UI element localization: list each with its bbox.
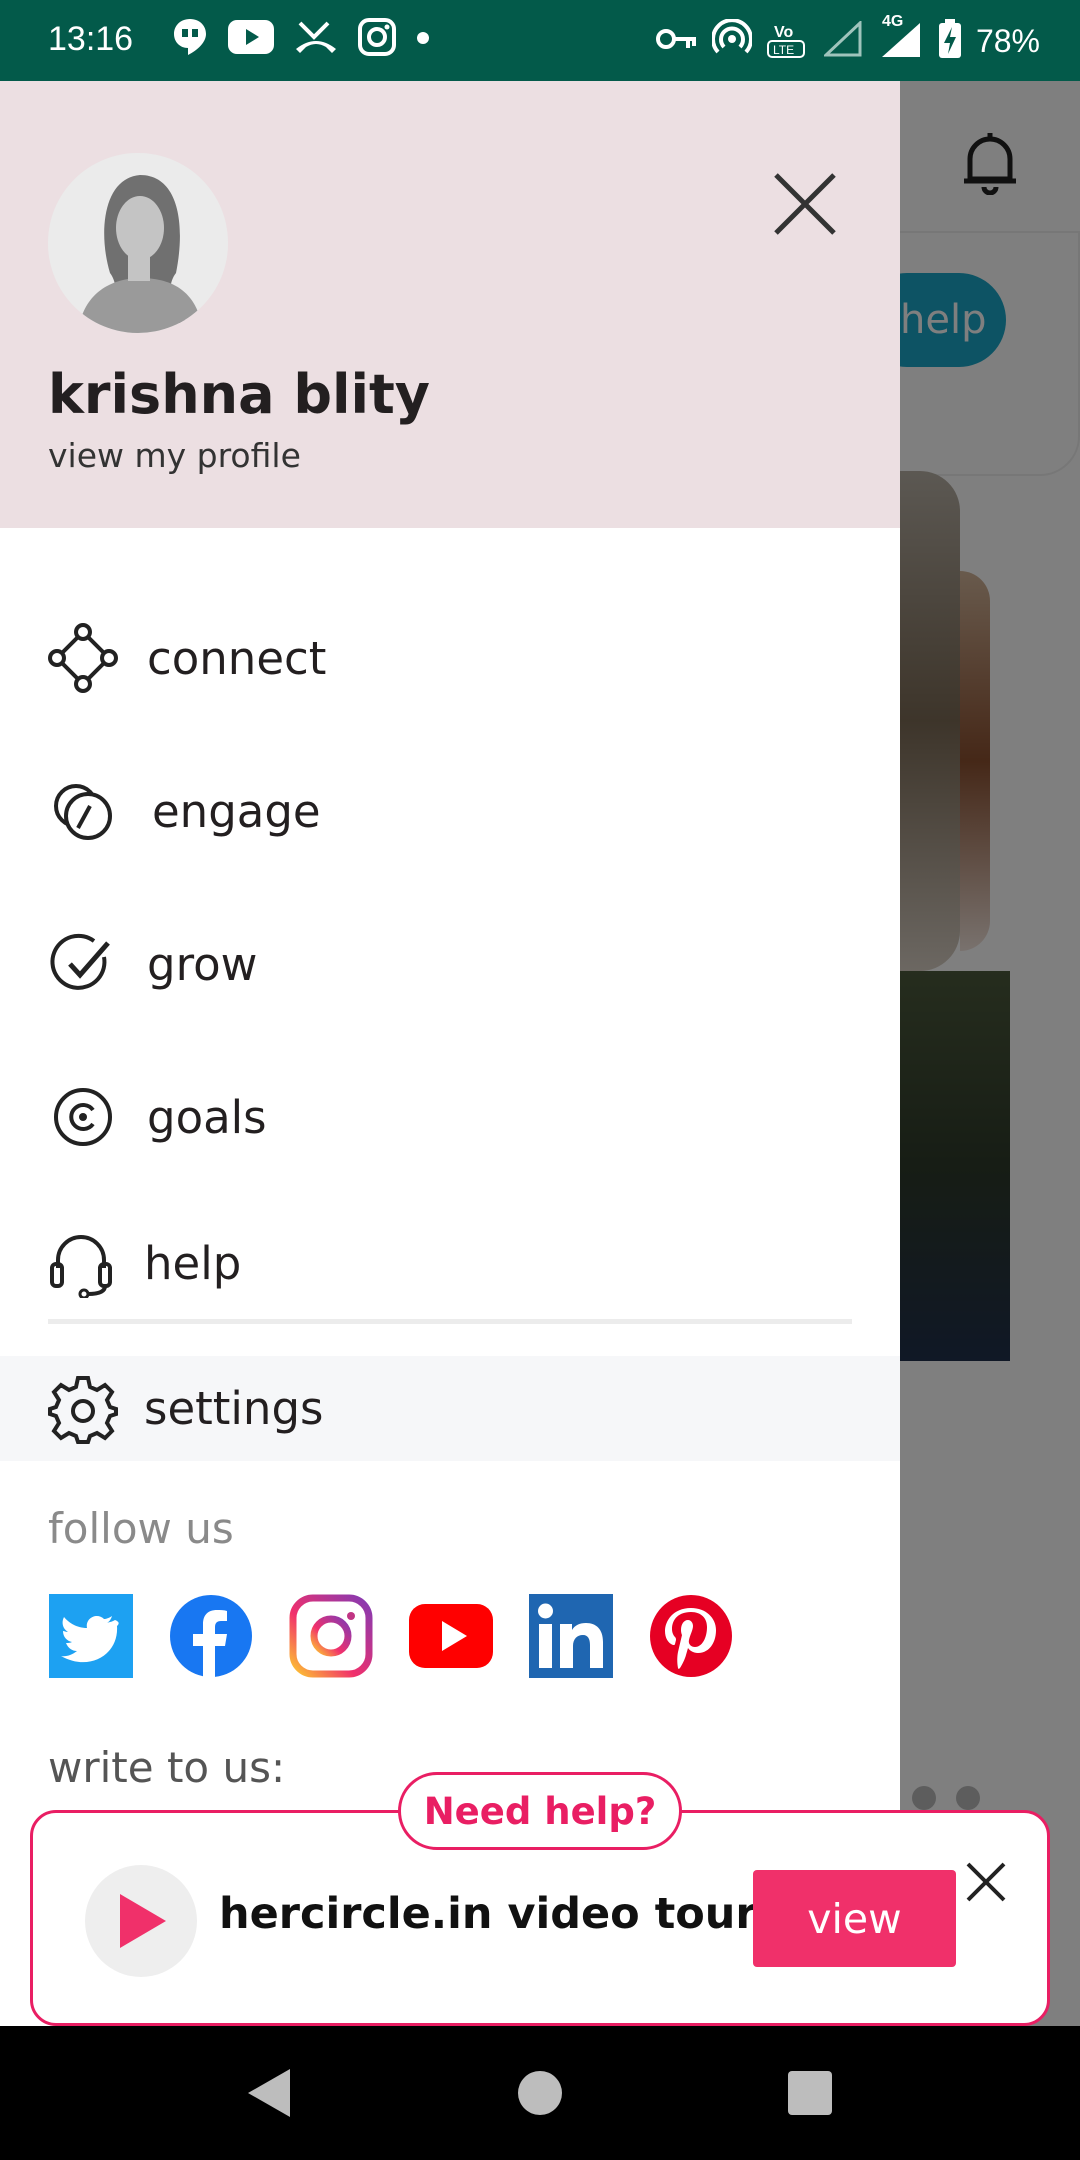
menu-item-engage[interactable]: engage bbox=[0, 756, 900, 866]
vpn-key-icon bbox=[655, 26, 698, 56]
need-help-badge[interactable]: Need help? bbox=[398, 1772, 682, 1850]
close-icon[interactable] bbox=[770, 169, 840, 239]
menu-label: engage bbox=[152, 784, 321, 838]
navigation-drawer: krishna blity view my profile connect en… bbox=[0, 81, 900, 2026]
goals-icon bbox=[48, 1082, 118, 1152]
menu-item-settings[interactable]: settings bbox=[0, 1356, 900, 1461]
network-label: 4G bbox=[881, 13, 904, 30]
signal-icon bbox=[822, 19, 864, 61]
status-bar: 13:16 Vo LTE 4G 78% bbox=[0, 0, 1080, 81]
menu-label: goals bbox=[147, 1090, 267, 1144]
play-button[interactable] bbox=[85, 1865, 197, 1977]
video-tour-title: hercircle.in video tour bbox=[219, 1889, 757, 1939]
divider bbox=[48, 1319, 852, 1324]
status-time: 13:16 bbox=[48, 20, 134, 58]
menu-item-grow[interactable]: grow bbox=[0, 909, 900, 1019]
menu-item-connect[interactable]: connect bbox=[0, 603, 900, 713]
engage-icon bbox=[48, 776, 118, 846]
svg-text:LTE: LTE bbox=[773, 43, 794, 57]
menu-label: settings bbox=[144, 1382, 324, 1435]
linkedin-icon[interactable] bbox=[528, 1593, 614, 1679]
follow-us-label: follow us bbox=[48, 1504, 234, 1553]
missed-call-icon bbox=[294, 19, 338, 59]
gear-icon bbox=[48, 1374, 118, 1444]
instagram-icon bbox=[358, 18, 396, 60]
connect-icon bbox=[48, 623, 118, 693]
volte-icon: Vo LTE bbox=[766, 17, 810, 65]
battery-charging-icon bbox=[938, 19, 962, 63]
play-icon bbox=[120, 1894, 166, 1948]
youtube-icon bbox=[228, 20, 274, 58]
menu-label: help bbox=[144, 1236, 242, 1290]
status-system-icons: Vo LTE 4G 78% bbox=[655, 13, 1040, 65]
pinterest-icon[interactable] bbox=[648, 1593, 734, 1679]
grow-icon bbox=[48, 929, 118, 999]
back-icon[interactable] bbox=[238, 2063, 298, 2123]
dot-icon bbox=[416, 30, 430, 49]
hotspot-icon bbox=[710, 18, 753, 63]
avatar[interactable] bbox=[48, 153, 228, 333]
svg-text:Vo: Vo bbox=[774, 24, 793, 41]
youtube-icon[interactable] bbox=[408, 1593, 494, 1679]
hangouts-icon bbox=[172, 17, 208, 61]
menu-label: grow bbox=[147, 937, 258, 991]
close-banner-icon[interactable] bbox=[963, 1859, 1009, 1905]
menu-item-help[interactable]: help bbox=[0, 1208, 900, 1318]
view-profile-link[interactable]: view my profile bbox=[48, 436, 301, 475]
menu-item-goals[interactable]: goals bbox=[0, 1062, 900, 1172]
battery-percent: 78% bbox=[975, 22, 1040, 59]
headset-icon bbox=[46, 1228, 116, 1300]
user-name: krishna blity bbox=[48, 363, 431, 426]
social-links bbox=[48, 1593, 734, 1679]
home-icon[interactable] bbox=[510, 2063, 570, 2123]
view-button[interactable]: view bbox=[753, 1870, 956, 1967]
drawer-profile-header: krishna blity view my profile bbox=[0, 81, 900, 528]
write-to-us-label: write to us: bbox=[48, 1743, 286, 1792]
facebook-icon[interactable] bbox=[168, 1593, 254, 1679]
system-nav-bar bbox=[0, 2026, 1080, 2160]
signal-4g-icon: 4G bbox=[878, 13, 924, 63]
instagram-icon[interactable] bbox=[288, 1593, 374, 1679]
status-notification-icons bbox=[172, 17, 430, 61]
twitter-icon[interactable] bbox=[48, 1593, 134, 1679]
menu-label: connect bbox=[147, 631, 327, 685]
recents-icon[interactable] bbox=[780, 2063, 840, 2123]
